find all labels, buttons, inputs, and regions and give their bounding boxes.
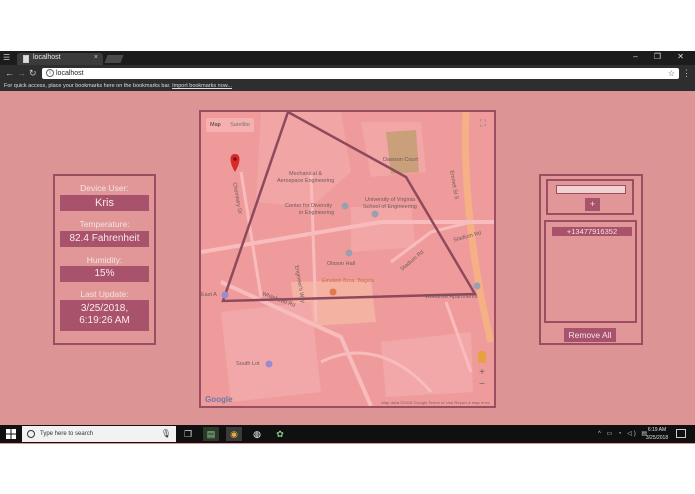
last-update-time: 6:19:26 AM xyxy=(79,315,130,326)
map-block xyxy=(221,302,321,402)
tab-menu-icon[interactable]: ☰ xyxy=(3,53,12,62)
map-label: University of Virginia xyxy=(365,197,416,203)
zoom-out-button[interactable]: − xyxy=(477,380,487,390)
map-label: East A xyxy=(201,292,217,298)
device-user-value: Kris xyxy=(60,195,149,211)
taskbar-app-icon[interactable]: ◍ xyxy=(249,427,265,441)
phone-number-input[interactable] xyxy=(556,185,626,194)
windows-start-icon[interactable] xyxy=(6,429,16,439)
map-label: Olsson Hall xyxy=(327,261,356,267)
bookmark-star-icon[interactable]: ☆ xyxy=(668,68,675,79)
map-label: School of Engineering xyxy=(363,204,417,210)
cortana-icon xyxy=(27,430,35,438)
last-update-label: Last Update: xyxy=(80,289,129,299)
humidity-label: Humidity: xyxy=(86,255,123,265)
clock-date: 3/25/2018 xyxy=(645,435,669,441)
map-label: Center for Diversity xyxy=(285,203,333,209)
clock-time: 6:19 AM xyxy=(647,427,667,433)
notifications-icon[interactable] xyxy=(676,429,686,438)
phone-number-list: +13477916352 xyxy=(544,220,637,323)
url-text[interactable]: localhost xyxy=(56,68,84,79)
map-label: in Engineering xyxy=(299,210,335,216)
map-type-map-button[interactable]: Map xyxy=(206,118,225,132)
map-label: Einstein Bros. Bagels xyxy=(322,278,375,284)
back-icon[interactable]: ← xyxy=(5,67,14,79)
new-tab-button[interactable] xyxy=(104,55,124,63)
taskbar-search-box[interactable]: Type here to search 🎙 xyxy=(22,426,176,442)
screen: ☰ localhost × – ❐ ✕ ← → ↻ i localhost ☆ … xyxy=(0,51,695,444)
map-attribution[interactable]: Map data ©2018 Google Terms of Use Repor… xyxy=(382,400,490,405)
poi-icon xyxy=(329,288,337,296)
map-view[interactable]: Map Satellite ⛶ Dawson Court Mechanical … xyxy=(199,110,496,408)
map-label: South Lot xyxy=(236,361,260,367)
forward-icon[interactable]: → xyxy=(17,67,26,79)
map-label: Dawson Court xyxy=(383,157,418,163)
tab-title: localhost xyxy=(33,54,61,61)
remove-all-button[interactable]: Remove All xyxy=(564,328,616,342)
taskbar-app-icon[interactable]: ▤ xyxy=(203,427,219,441)
map-block xyxy=(351,207,416,252)
poi-icon xyxy=(221,291,229,299)
map-type-control: Map Satellite xyxy=(206,118,254,132)
add-phone-button[interactable]: + xyxy=(585,198,600,211)
poi-icon xyxy=(473,282,481,290)
phone-number-item[interactable]: +13477916352 xyxy=(552,227,632,236)
info-icon[interactable]: i xyxy=(46,69,54,77)
temperature-value: 82.4 Fahrenheit xyxy=(60,231,149,247)
last-update-date: 3/25/2018, xyxy=(80,303,129,314)
bookmarks-bar: For quick access, place your bookmarks h… xyxy=(0,81,695,91)
browser-tab-strip: ☰ localhost × – ❐ ✕ xyxy=(0,51,695,65)
location-marker-dot xyxy=(233,157,237,161)
window-controls[interactable]: – ❐ ✕ xyxy=(633,52,691,61)
browser-menu-icon[interactable]: ⋮ xyxy=(682,67,691,79)
browser-tab[interactable]: localhost × xyxy=(17,53,103,65)
poi-icon xyxy=(265,360,273,368)
phone-add-form: + xyxy=(546,179,634,215)
phone-numbers-panel: + +13477916352 Remove All xyxy=(539,174,643,345)
map-type-satellite-button[interactable]: Satellite xyxy=(226,118,254,132)
import-bookmarks-link[interactable]: Import bookmarks now... xyxy=(172,83,232,89)
map-label: Woodrow Apartments xyxy=(425,294,478,300)
android-icon[interactable]: ✿ xyxy=(272,427,288,441)
google-logo: Google xyxy=(205,395,233,404)
reload-icon[interactable]: ↻ xyxy=(29,67,37,79)
bookmarks-hint: For quick access, place your bookmarks h… xyxy=(4,83,171,89)
taskbar-search-input[interactable]: Type here to search xyxy=(40,426,93,442)
address-bar[interactable]: i localhost ☆ xyxy=(42,68,679,79)
task-view-icon[interactable]: ❐ xyxy=(180,427,196,441)
tab-close-icon[interactable]: × xyxy=(94,54,98,61)
zoom-in-button[interactable]: + xyxy=(477,368,487,378)
device-user-label: Device User: xyxy=(80,183,129,193)
last-update-value: 3/25/2018, 6:19:26 AM xyxy=(60,300,149,331)
browser-toolbar: ← → ↻ i localhost ☆ ⋮ xyxy=(0,65,695,81)
poi-icon xyxy=(341,202,349,210)
poi-icon xyxy=(345,249,353,257)
taskbar-clock[interactable]: 6:19 AM 3/25/2018 xyxy=(642,426,672,442)
taskbar: Type here to search 🎙 ❐ ▤ ◉ ◍ ✿ ^ ▭ ◔ ◁)… xyxy=(0,425,695,443)
map-label: Aerospace Engineering xyxy=(277,178,335,184)
device-info-panel: Device User: Kris Temperature: 82.4 Fahr… xyxy=(53,174,156,345)
map-label: Mechanical & xyxy=(289,171,323,177)
poi-icon xyxy=(371,210,379,218)
pegman-icon[interactable] xyxy=(478,351,486,363)
microphone-icon[interactable]: 🎙 xyxy=(161,429,171,438)
humidity-value: 15% xyxy=(60,266,149,282)
chrome-icon[interactable]: ◉ xyxy=(226,427,242,441)
fullscreen-icon[interactable]: ⛶ xyxy=(478,118,488,128)
temperature-label: Temperature: xyxy=(79,219,130,229)
page-icon xyxy=(23,55,29,63)
